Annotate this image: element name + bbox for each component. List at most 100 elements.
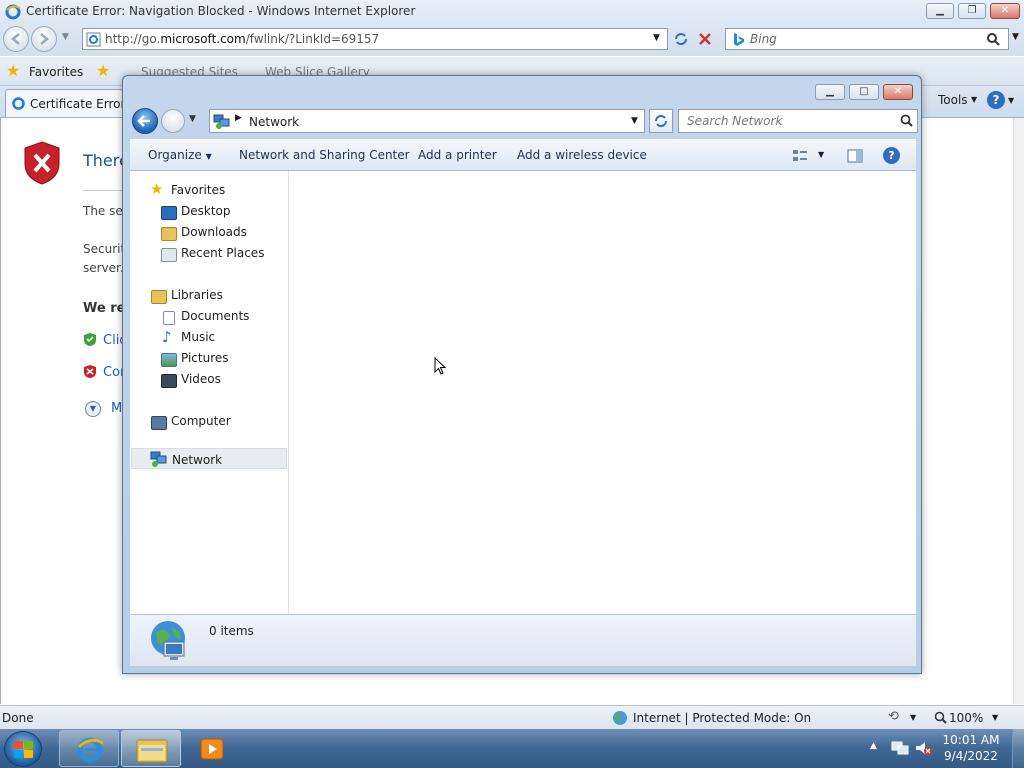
minimize-button[interactable]: ▁ [926,3,954,19]
tools-chevron-icon: ▼ [971,95,978,104]
ie-logo-icon [5,4,21,20]
search-icon[interactable] [986,32,1001,47]
compatibility-chevron-icon[interactable]: ▼ [910,713,916,722]
view-options-chevron-icon[interactable]: ▼ [818,150,824,159]
clock-date: 9/4/2022 [944,749,998,763]
more-information-link[interactable]: M [111,401,122,416]
address-dropdown-icon[interactable]: ▼ [653,33,660,43]
show-desktop-button[interactable] [1012,729,1024,768]
explorer-refresh-button[interactable] [649,109,673,133]
explorer-search-icon[interactable] [900,114,914,128]
show-hidden-icons-icon[interactable]: ▲ [870,741,877,751]
zoom-chevron-icon[interactable]: ▼ [992,713,998,722]
address-history-chevron-icon[interactable]: ▼ [631,116,638,126]
error-shield-icon [24,141,60,185]
security-zone-text[interactable]: Internet | Protected Mode: On [633,711,811,725]
tab-certificate-error[interactable]: Certificate Error: N [5,89,142,117]
forward-arrow-icon [40,33,49,45]
star-icon: ★ [6,61,21,80]
ie-taskbar-icon [77,737,104,763]
add-printer-button[interactable]: Add a printer [418,148,497,162]
ie-title-bar[interactable]: Certificate Error: Navigation Blocked - … [0,0,1024,24]
page-text-1: The se [83,204,123,218]
explorer-maximize-button[interactable]: □ [849,84,879,100]
nav-libraries[interactable]: Libraries [171,288,223,302]
clock[interactable]: 10:01 AM 9/4/2022 [940,732,1002,766]
start-button[interactable] [4,731,42,767]
network-location-icon [213,114,230,129]
explorer-address-bar[interactable]: ▶ Network ▼ [209,109,645,133]
nav-recent-places[interactable]: Recent Places [181,246,264,260]
item-count: 0 items [209,624,254,638]
folder-icon [136,739,168,763]
network-tray-icon[interactable] [891,740,909,756]
forward-button[interactable] [31,26,57,52]
breadcrumb-chevron-icon[interactable]: ▶ [235,113,242,123]
address-text: http://go.microsoft.com/fwlink/?LinkId=6… [105,32,380,46]
ie-status-bar: Done Internet | Protected Mode: On ⟲ ▼ 1… [0,705,1024,729]
nav-downloads[interactable]: Downloads [181,225,247,239]
windows-logo-icon [14,741,33,758]
breadcrumb-network[interactable]: Network [249,115,299,129]
nav-documents[interactable]: Documents [181,309,249,323]
nav-pictures[interactable]: Pictures [181,351,229,365]
explorer-back-button[interactable] [132,108,158,134]
heading-divider [83,190,123,191]
change-view-icon[interactable] [792,148,808,164]
preview-pane-icon[interactable] [847,148,863,164]
explorer-forward-button[interactable] [161,109,185,133]
nav-music[interactable]: Music [181,330,215,344]
downloads-icon [161,227,177,241]
nav-network-selected[interactable]: Network [131,448,287,469]
explorer-search-input[interactable]: Search Network [678,109,918,133]
videos-icon [161,374,177,388]
volume-muted-icon[interactable] [914,739,932,757]
taskbar-explorer-button[interactable] [121,730,181,767]
explorer-close-button[interactable]: ✕ [883,84,913,100]
zoom-icon [934,711,947,724]
stop-icon[interactable] [697,31,713,47]
favorites-label: Favorites [29,65,84,79]
search-options-chevron-icon[interactable]: ▼ [1012,32,1019,42]
ie-scrollbar[interactable] [1013,118,1024,704]
back-button[interactable] [3,26,29,52]
explorer-help-icon[interactable]: ? [883,147,900,164]
network-globe-icon [151,621,185,660]
zoom-level[interactable]: 100% [949,711,983,725]
recent-pages-chevron-icon[interactable]: ▼ [62,32,69,42]
favorites-button[interactable]: ★ Favorites [6,61,84,82]
explorer-command-bar: Organize ▼ Network and Sharing Center Ad… [130,139,916,171]
restore-button[interactable]: ❐ [958,3,986,19]
nav-desktop[interactable]: Desktop [181,204,231,218]
green-shield-icon [84,333,96,346]
tools-menu[interactable]: Tools ▼ [938,93,982,111]
explorer-details-pane: 0 items [130,614,916,666]
libraries-icon [151,290,167,304]
network-sharing-center-button[interactable]: Network and Sharing Center [239,148,410,162]
explorer-minimize-button[interactable]: ▁ [815,84,845,100]
nav-favorites[interactable]: Favorites [171,183,225,197]
search-input[interactable]: Bing [725,28,1009,50]
recent-locations-chevron-icon[interactable]: ▼ [189,114,196,124]
add-favorite-icon[interactable]: ★ [96,61,110,80]
media-player-icon [200,738,224,760]
nav-computer[interactable]: Computer [171,414,231,428]
taskbar-media-player-button[interactable] [183,730,243,767]
refresh-icon[interactable] [672,30,690,48]
close-button[interactable]: ✕ [990,3,1020,19]
add-wireless-device-button[interactable]: Add a wireless device [517,148,647,162]
nav-videos[interactable]: Videos [181,372,221,386]
help-chevron-icon[interactable]: ▼ [1008,96,1014,105]
navigation-pane: ★ Favorites Desktop Downloads Recent Pla… [130,171,289,614]
address-bar[interactable]: http://go.microsoft.com/fwlink/?LinkId=6… [82,28,668,50]
help-icon[interactable]: ? [987,91,1005,109]
file-list-area[interactable] [290,171,916,614]
expand-more-info-icon[interactable]: ▼ [85,401,101,417]
taskbar-ie-button[interactable] [59,730,119,767]
organize-button[interactable]: Organize ▼ [148,148,212,162]
compatibility-icon[interactable]: ⟲ [888,709,899,724]
documents-icon [163,311,175,325]
recommendation-heading: We re [83,301,126,316]
explorer-window[interactable]: ▁ □ ✕ ▼ ▶ Network ▼ Search Network Organ… [122,75,922,674]
organize-chevron-icon: ▼ [205,152,212,161]
